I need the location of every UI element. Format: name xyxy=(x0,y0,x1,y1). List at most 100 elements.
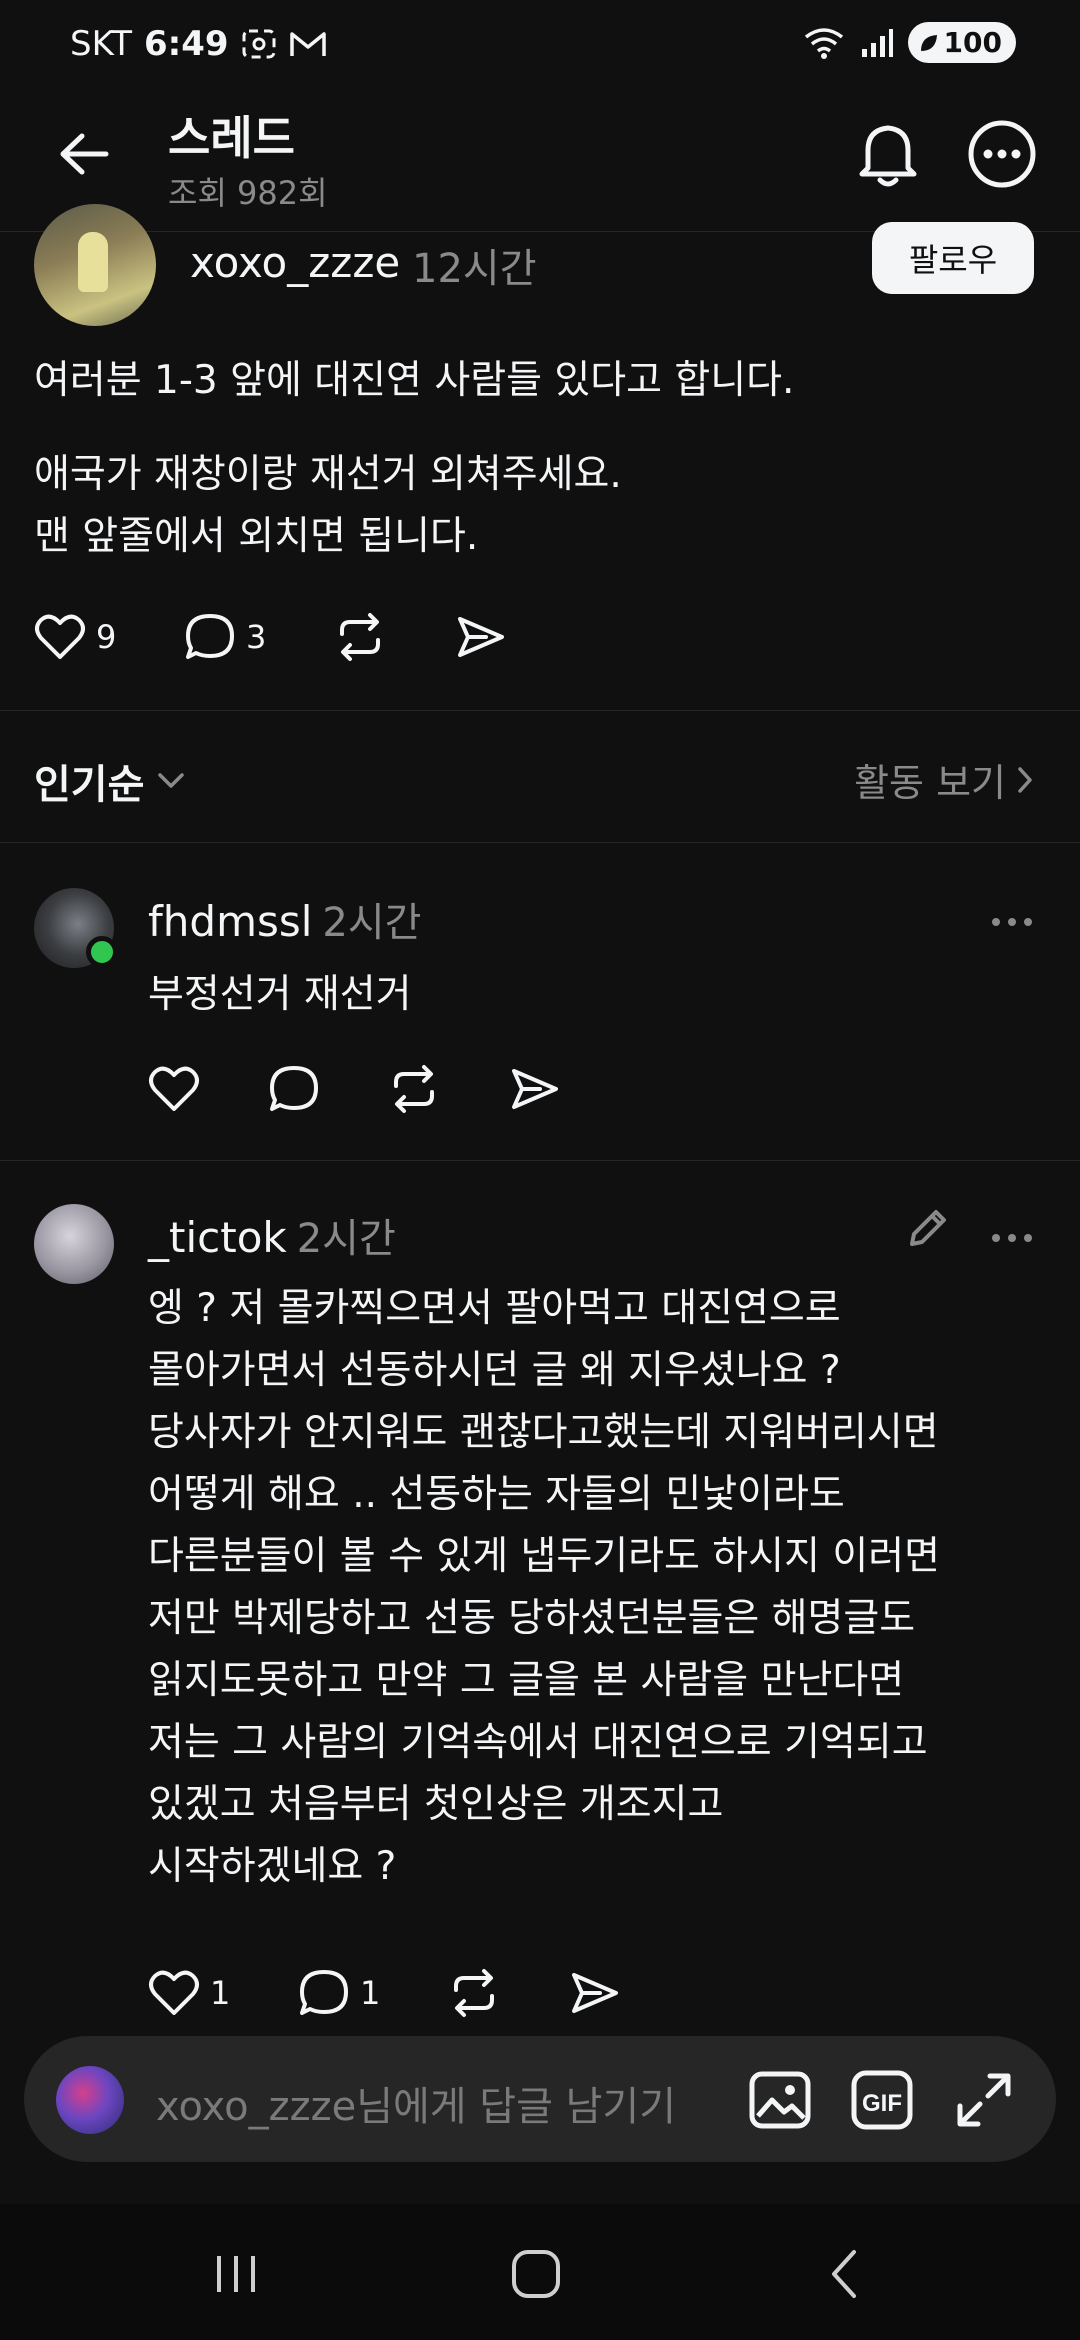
header-more-button[interactable] xyxy=(966,118,1038,190)
comment-button[interactable]: 3 xyxy=(184,612,334,662)
reply-item: fhdmssl 2시간 부정선거 재선거 xyxy=(0,842,1080,1160)
notification-button[interactable] xyxy=(856,118,920,190)
post-body: 여러분 1-3 앞에 대진연 사람들 있다고 합니다. 애국가 재창이랑 재선거… xyxy=(34,350,1044,600)
send-icon xyxy=(568,1969,620,2017)
page-title: 스레드 xyxy=(168,111,295,165)
repost-icon xyxy=(334,612,386,662)
repost-icon xyxy=(448,1968,500,2018)
comment-icon xyxy=(298,1968,350,2018)
share-button[interactable] xyxy=(568,1969,620,2017)
repost-button[interactable] xyxy=(334,612,454,662)
battery-leaf-icon xyxy=(920,34,937,51)
divider xyxy=(0,710,1080,711)
view-count: 조회 982회 xyxy=(168,174,328,212)
battery-indicator: 100 xyxy=(907,22,1016,63)
status-bar: SKT 6:49 100 xyxy=(0,0,1080,96)
system-nav-bar xyxy=(0,2204,1080,2340)
view-activity-link[interactable]: 활동 보기 xyxy=(854,752,1034,807)
heart-icon xyxy=(148,1065,200,1113)
avatar[interactable] xyxy=(34,204,156,326)
nav-back-button[interactable] xyxy=(814,2244,874,2304)
reply-time: 2시간 xyxy=(322,900,422,946)
more-horizontal-icon xyxy=(990,1232,1034,1244)
heart-icon xyxy=(148,1969,200,2017)
wifi-icon xyxy=(802,25,846,61)
like-count: 9 xyxy=(96,618,117,656)
reply-time: 2시간 xyxy=(296,1216,396,1262)
nav-back-icon xyxy=(826,2248,862,2300)
gmail-icon xyxy=(289,29,327,59)
carrier-label: SKT xyxy=(70,24,133,64)
status-right: 100 xyxy=(802,22,1016,63)
post-time: 12시간 xyxy=(412,246,537,292)
back-button[interactable] xyxy=(52,122,116,186)
online-status-dot xyxy=(86,936,118,968)
reply-actions xyxy=(148,1064,560,1114)
like-button[interactable]: 9 xyxy=(34,613,184,661)
send-icon xyxy=(508,1065,560,1113)
recents-icon xyxy=(211,2252,261,2296)
comment-icon xyxy=(184,612,236,662)
comment-count: 3 xyxy=(246,618,267,656)
reply-item: _tictok 2시간 엥 ? 저 몰카찍으면서 팔아먹고 대진연으로 몰아가면서… xyxy=(0,1160,1080,2060)
pencil-icon xyxy=(904,1204,952,1252)
reply-more-button[interactable] xyxy=(990,916,1034,936)
like-button[interactable] xyxy=(148,1065,268,1113)
repost-icon xyxy=(388,1064,440,1114)
edit-button[interactable] xyxy=(904,1204,952,1252)
avatar xyxy=(56,2066,124,2134)
sort-dropdown[interactable]: 인기순 xyxy=(34,752,186,810)
chevron-right-icon xyxy=(1016,765,1034,795)
reply-more-button[interactable] xyxy=(990,1232,1034,1252)
expand-icon xyxy=(954,2070,1014,2130)
reply-actions: 1 1 xyxy=(148,1968,620,2018)
chevron-down-icon xyxy=(156,771,186,791)
heart-icon xyxy=(34,613,86,661)
sort-bar: 인기순 활동 보기 xyxy=(0,712,1080,842)
expand-button[interactable] xyxy=(950,2066,1018,2134)
signal-icon xyxy=(860,27,894,59)
share-button[interactable] xyxy=(508,1065,560,1113)
repost-button[interactable] xyxy=(448,1968,568,2018)
bell-icon xyxy=(856,118,920,190)
follow-button[interactable]: 팔로우 xyxy=(872,222,1034,294)
home-icon xyxy=(510,2248,562,2300)
post-paragraph: 여러분 1-3 앞에 대진연 사람들 있다고 합니다. xyxy=(34,358,795,403)
like-button[interactable]: 1 xyxy=(148,1969,298,2017)
gif-icon: GIF xyxy=(850,2069,914,2131)
avatar[interactable] xyxy=(34,1204,114,1284)
arrow-left-icon xyxy=(58,132,110,176)
reply-text: 부정선거 재선거 xyxy=(148,972,412,1017)
more-horizontal-icon xyxy=(966,118,1038,190)
post-paragraph: 애국가 재창이랑 재선거 외쳐주세요. 맨 앞줄에서 외치면 됩니다. xyxy=(34,452,622,559)
home-button[interactable] xyxy=(506,2244,566,2304)
app-header: 스레드 조회 982회 xyxy=(0,96,1080,232)
reply-input[interactable]: xoxo_zzze님에게 답글 남기기 xyxy=(156,2074,676,2132)
reply-username-text: _tictok xyxy=(148,1213,287,1262)
reply-composer[interactable]: xoxo_zzze님에게 답글 남기기 GIF xyxy=(24,2036,1056,2162)
reply-username[interactable]: fhdmssl 2시간 xyxy=(148,890,421,948)
comment-button[interactable] xyxy=(268,1064,388,1114)
post-username[interactable]: xoxo_zzze xyxy=(190,238,400,287)
reply-username[interactable]: _tictok 2시간 xyxy=(148,1206,396,1264)
gif-button[interactable]: GIF xyxy=(848,2066,916,2134)
activity-label: 활동 보기 xyxy=(854,761,1006,805)
image-icon xyxy=(748,2070,812,2130)
recents-button[interactable] xyxy=(206,2244,266,2304)
comment-button[interactable]: 1 xyxy=(298,1968,448,2018)
comment-count: 1 xyxy=(360,1974,381,2012)
battery-level: 100 xyxy=(943,26,1002,59)
like-count: 1 xyxy=(210,1974,231,2012)
send-icon xyxy=(454,613,506,661)
clock: 6:49 xyxy=(144,24,229,64)
svg-text:GIF: GIF xyxy=(862,2090,902,2117)
repost-button[interactable] xyxy=(388,1064,508,1114)
comment-icon xyxy=(268,1064,320,1114)
post-actions: 9 3 xyxy=(34,612,506,662)
screenshot-icon xyxy=(241,28,277,60)
attach-image-button[interactable] xyxy=(746,2066,814,2134)
sort-label: 인기순 xyxy=(34,762,145,808)
reply-text: 엥 ? 저 몰카찍으면서 팔아먹고 대진연으로 몰아가면서 선동하시던 글 왜 … xyxy=(148,1286,940,1889)
more-horizontal-icon xyxy=(990,916,1034,928)
share-button[interactable] xyxy=(454,613,506,661)
